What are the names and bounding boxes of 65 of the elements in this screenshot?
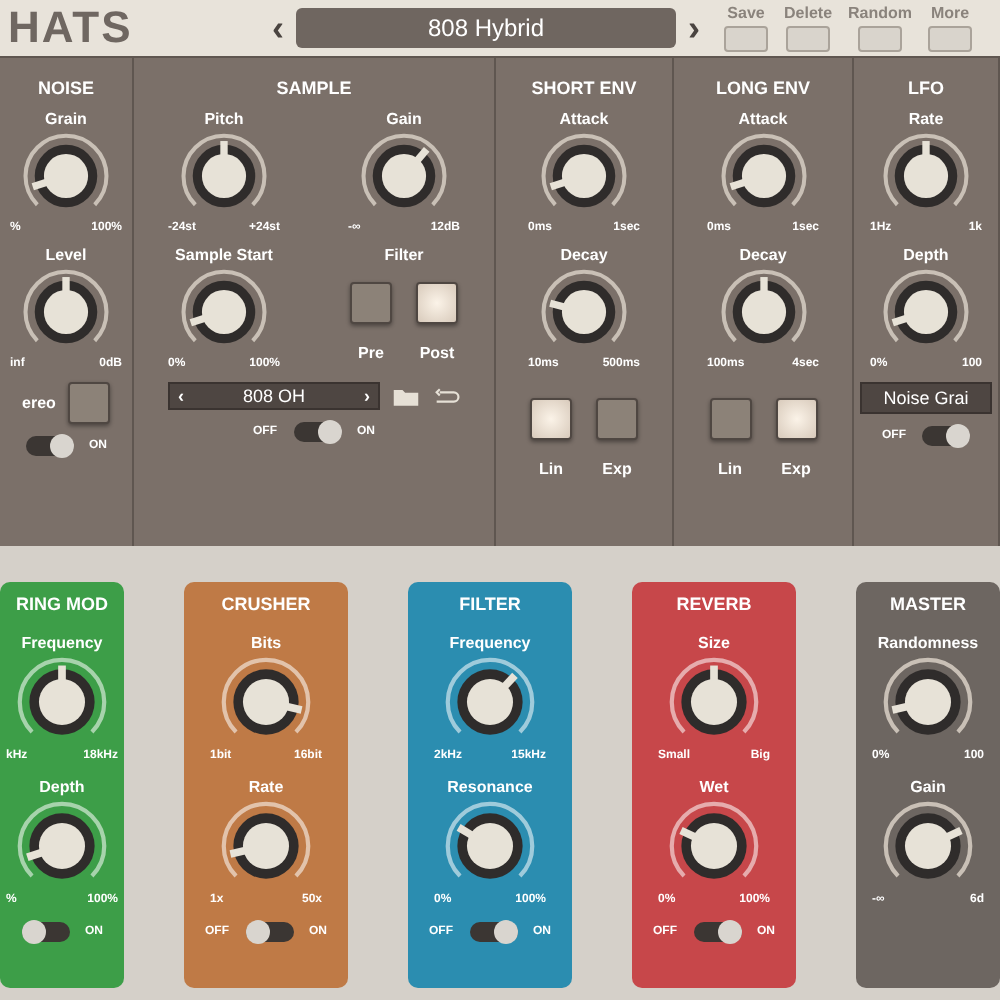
pad-label: Lin <box>539 460 563 478</box>
square-toggle-button[interactable] <box>416 282 458 324</box>
logo: HATS <box>8 2 135 54</box>
card-title: CRUSHER <box>221 594 311 614</box>
knob-label: Rate <box>908 110 944 128</box>
section-title: LONG ENV <box>715 78 810 98</box>
knob-label: Rate <box>248 778 284 796</box>
power-switch[interactable] <box>21 922 69 942</box>
knob-label: Frequency <box>449 634 531 652</box>
pad-label: ereo <box>22 394 56 412</box>
knob-label: Grain <box>45 110 87 128</box>
mod-target-display[interactable]: Noise Grai <box>860 382 992 414</box>
square-toggle-button[interactable] <box>709 398 751 440</box>
knob-label: Attack <box>738 110 788 128</box>
action-label: Random <box>848 4 913 22</box>
section-title: LFO <box>908 78 944 98</box>
knob-label: Wet <box>699 778 729 796</box>
knob-label: Sample Start <box>175 246 273 264</box>
power-switch[interactable] <box>922 426 970 446</box>
knob-label: Depth <box>39 778 85 796</box>
knob-label: Gain <box>910 778 946 796</box>
knob-label: Pitch <box>204 110 244 128</box>
pad-label: Lin <box>718 460 742 478</box>
knob-label: Level <box>45 246 87 264</box>
knob-label: Decay <box>739 246 787 264</box>
power-switch[interactable] <box>293 422 341 442</box>
folder-icon[interactable] <box>392 385 420 407</box>
knob-label: Frequency <box>21 634 103 652</box>
knob-label: Resonance <box>447 778 533 796</box>
knob-label: Randomness <box>877 634 979 652</box>
action-label: Delete <box>784 4 833 22</box>
power-switch[interactable] <box>469 922 517 942</box>
pad-label: Post <box>419 344 455 362</box>
power-switch[interactable] <box>25 436 73 456</box>
knob-label: Attack <box>559 110 609 128</box>
section-title: SHORT ENV <box>531 78 637 98</box>
card-title: MASTER <box>890 594 966 614</box>
pads-label: Filter <box>384 246 424 264</box>
previous-preset-button[interactable]: ‹ <box>268 10 288 46</box>
loop-icon[interactable] <box>432 385 460 407</box>
power-switch[interactable] <box>693 922 741 942</box>
action-label: Save <box>727 4 765 22</box>
card-title: FILTER <box>459 594 521 614</box>
card-title: REVERB <box>676 594 752 614</box>
sample-selector[interactable]: ‹ 808 OH › <box>168 382 380 410</box>
action-label: More <box>930 4 970 22</box>
card-title: RING MOD <box>16 594 108 614</box>
knob-label: Size <box>697 634 730 652</box>
knob-label: Depth <box>903 246 949 264</box>
preset-name-display[interactable]: 808 Hybrid <box>296 8 676 48</box>
knob-label: Gain <box>386 110 422 128</box>
next-preset-button[interactable]: › <box>684 10 704 46</box>
power-switch[interactable] <box>245 922 293 942</box>
pad-label: Exp <box>602 460 632 478</box>
pad-label: Pre <box>358 344 384 362</box>
knob-label: Decay <box>560 246 608 264</box>
section-title: NOISE <box>37 78 94 98</box>
square-toggle-button[interactable] <box>775 398 817 440</box>
square-toggle-button[interactable] <box>67 382 110 424</box>
square-toggle-button[interactable] <box>530 398 572 440</box>
section-title: SAMPLE <box>276 78 352 98</box>
pad-label: Exp <box>781 460 811 478</box>
square-toggle-button[interactable] <box>350 282 392 324</box>
knob-label: Bits <box>250 634 282 652</box>
square-toggle-button[interactable] <box>596 398 638 440</box>
